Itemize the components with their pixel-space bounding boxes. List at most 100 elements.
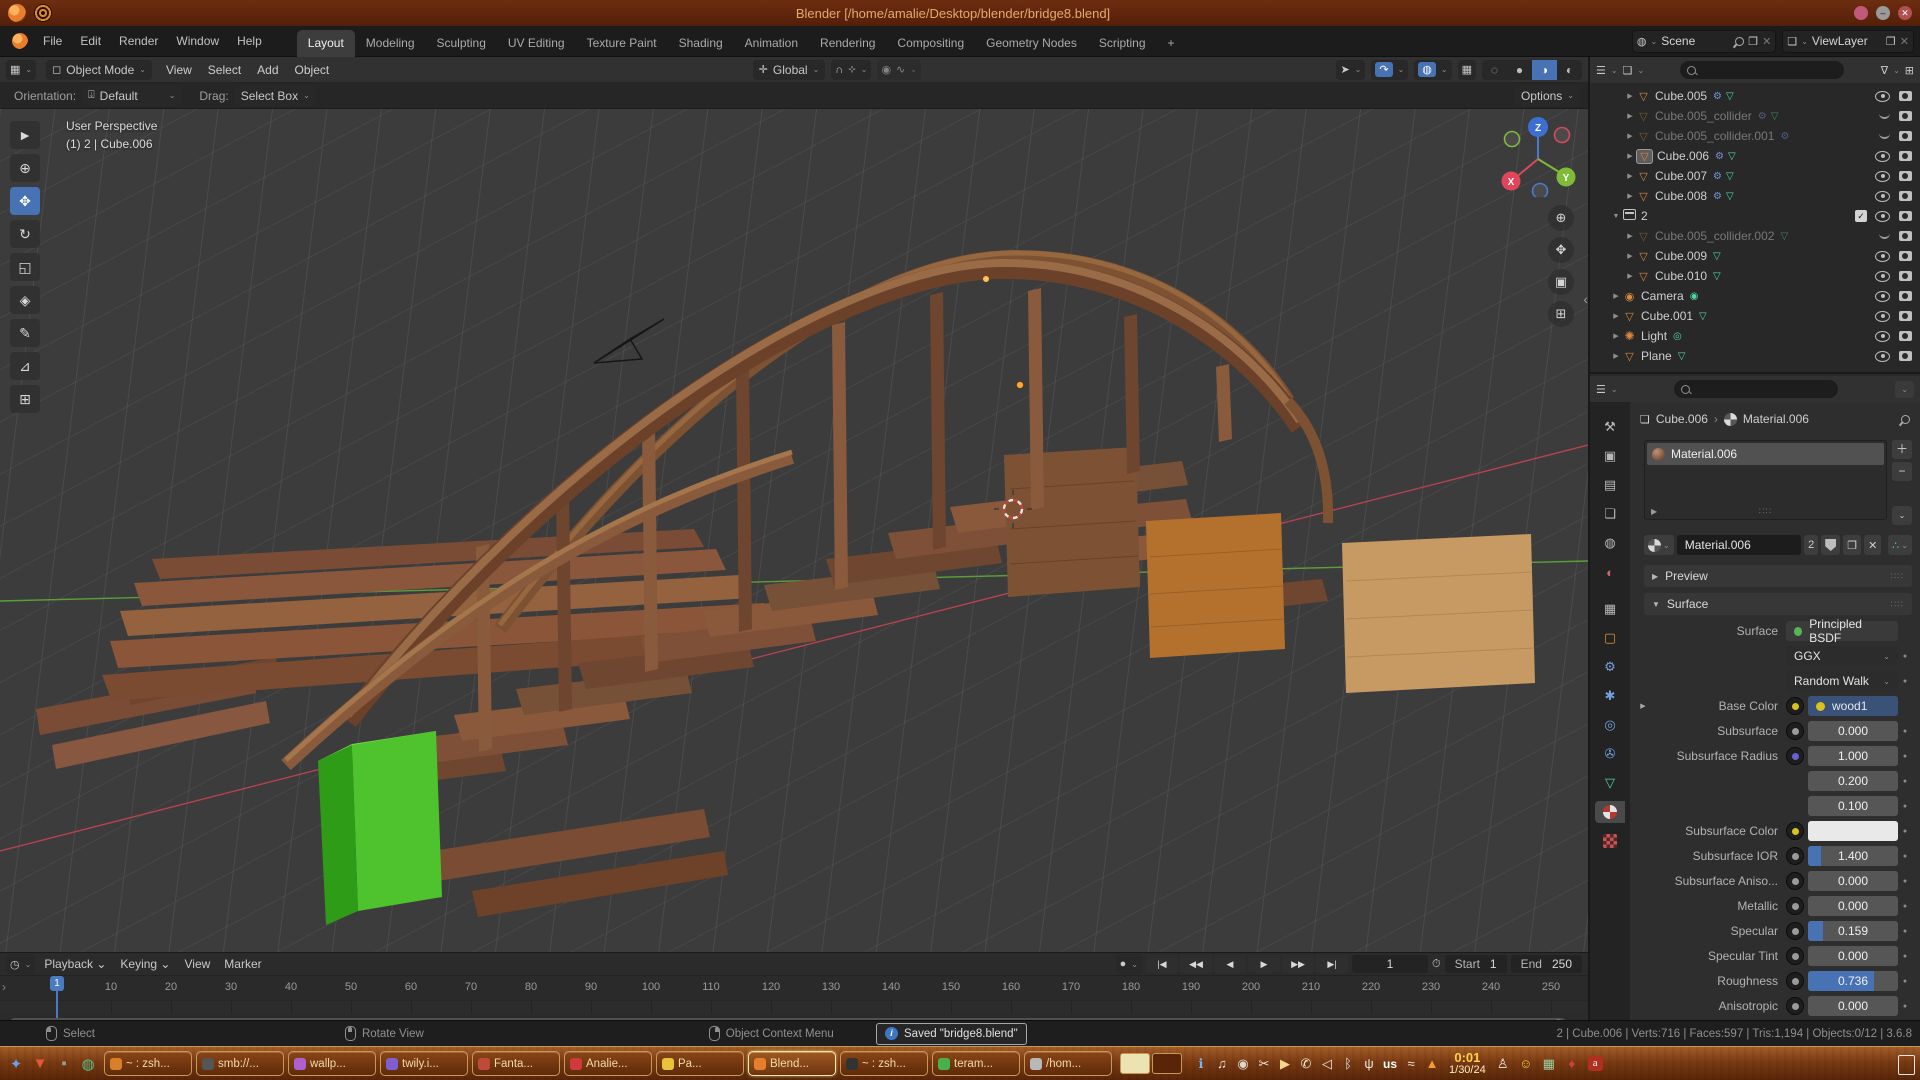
eye-closed-icon[interactable]	[1879, 111, 1890, 119]
snap-controls[interactable]: ∩⊹⌄	[831, 60, 871, 80]
node-socket-icon[interactable]	[1786, 747, 1804, 765]
play-reverse-button[interactable]: ◀	[1214, 955, 1246, 973]
camera-visibility-icon[interactable]	[1899, 231, 1912, 241]
slot-specials-dropdown[interactable]: ⌄	[1892, 506, 1912, 525]
animate-decorator-dot[interactable]: ●	[1898, 803, 1912, 810]
viewport-menu-select[interactable]: Select	[200, 60, 249, 80]
eye-icon[interactable]	[1875, 171, 1890, 182]
stopwatch-icon[interactable]: ⏱︎	[1432, 958, 1441, 971]
editor-type-dropdown[interactable]: ▦⌄	[6, 60, 36, 80]
list-resize-grip[interactable]: ∷∷	[1645, 506, 1886, 517]
texture-link-field[interactable]: wood1	[1808, 696, 1898, 716]
remove-slot-button[interactable]: −	[1892, 462, 1912, 481]
tray-keyboard-icon[interactable]: us	[1383, 1057, 1397, 1071]
prev-keyframe-button[interactable]: ◀◀	[1180, 955, 1212, 973]
outliner-row-cube-005-collider-001[interactable]: ▶▽Cube.005_collider.001⚙	[1590, 126, 1920, 146]
eye-icon[interactable]	[1875, 351, 1890, 362]
new-material-button[interactable]: ❐	[1843, 535, 1861, 555]
taskbar-window-blend[interactable]: Blend...	[748, 1051, 836, 1076]
expand-toggle[interactable]: ▶	[1610, 292, 1622, 300]
viewlayer-selector[interactable]: ❏⌄ ViewLayer ❐ ✕	[1782, 30, 1914, 53]
animate-decorator-dot[interactable]: ●	[1898, 778, 1912, 785]
prop-widget[interactable]: Random Walk⌄	[1786, 671, 1898, 691]
shading-rendered-button[interactable]: ◐	[1557, 60, 1582, 80]
animate-decorator-dot[interactable]: ●	[1898, 828, 1912, 835]
object-name[interactable]: Plane	[1641, 349, 1672, 363]
fake-user-button[interactable]	[1821, 535, 1840, 555]
object-name[interactable]: Cube.009	[1655, 249, 1707, 263]
nav-pan-button[interactable]: ✥	[1548, 237, 1574, 263]
navigation-gizmo[interactable]: Z X Y	[1496, 113, 1580, 197]
tray-music-icon[interactable]: ♫	[1215, 1056, 1229, 1071]
preview-panel-header[interactable]: ▶Preview∷∷	[1644, 565, 1912, 587]
nodetree-dropdown[interactable]: ∴⌄	[1888, 535, 1912, 555]
next-keyframe-button[interactable]: ▶▶	[1282, 955, 1314, 973]
prop-widget[interactable]: 0.736	[1808, 971, 1898, 991]
proportional-edit-controls[interactable]: ◉∿⌄	[877, 60, 921, 80]
object-name[interactable]: Cube.006	[1657, 149, 1709, 163]
properties-tab-modifiers[interactable]: ⚙	[1595, 656, 1625, 678]
node-socket-icon[interactable]	[1786, 872, 1804, 890]
tray-bell-icon[interactable]: ♙	[1496, 1056, 1510, 1072]
workspace-tab-compositing[interactable]: Compositing	[886, 30, 975, 57]
value-slider[interactable]: 0.000	[1808, 996, 1898, 1016]
outliner-row-cube-005-collider-002[interactable]: ▶▽Cube.005_collider.002▽	[1590, 226, 1920, 246]
tool-add-cube[interactable]: ⊞	[10, 385, 40, 413]
window-menu-button[interactable]	[1854, 6, 1868, 20]
expand-toggle[interactable]: ▶	[1624, 132, 1636, 140]
prop-widget[interactable]	[1808, 821, 1898, 841]
taskbar-window-fanta[interactable]: Fanta...	[472, 1051, 560, 1076]
animate-decorator-dot[interactable]: ●	[1898, 1003, 1912, 1010]
camera-visibility-icon[interactable]	[1899, 351, 1912, 361]
auto-keying-button[interactable]: ●⌄	[1116, 954, 1142, 974]
launcher-kde[interactable]: ✦	[4, 1052, 28, 1076]
eye-closed-icon[interactable]	[1879, 131, 1890, 139]
launcher-media[interactable]: ▼	[28, 1052, 52, 1076]
tray-player-icon[interactable]: ◉	[1236, 1056, 1250, 1072]
prop-widget[interactable]: 0.000	[1808, 871, 1898, 891]
playhead[interactable]: 1	[50, 976, 64, 991]
prop-widget[interactable]: 0.100	[1808, 796, 1898, 816]
close-button[interactable]: ✕	[1898, 6, 1912, 20]
expand-toggle[interactable]: ▼	[1610, 213, 1622, 220]
expand-toggle[interactable]: ▶	[1624, 112, 1636, 120]
menu-help[interactable]: Help	[228, 31, 271, 51]
camera-visibility-icon[interactable]	[1899, 271, 1912, 281]
taskbar-window-zsh[interactable]: ~ : zsh...	[104, 1051, 192, 1076]
jump-start-button[interactable]: |◀	[1146, 955, 1178, 973]
gizmo-toggle[interactable]: ↷⌄	[1371, 60, 1408, 80]
breadcrumb-object[interactable]: Cube.006	[1656, 412, 1708, 426]
frame-end-field[interactable]: End250	[1511, 955, 1582, 973]
jump-end-button[interactable]: ▶|	[1316, 955, 1348, 973]
timeline-menu-keying[interactable]: Keying ⌄	[113, 955, 177, 973]
menu-edit[interactable]: Edit	[71, 31, 110, 51]
animate-decorator-dot[interactable]: ●	[1898, 853, 1912, 860]
animate-decorator-dot[interactable]: ●	[1898, 928, 1912, 935]
taskbar-window-hom[interactable]: /hom...	[1024, 1051, 1112, 1076]
eye-icon[interactable]	[1875, 91, 1890, 102]
tray-calculator-icon[interactable]: ▦	[1542, 1056, 1556, 1072]
value-slider[interactable]: 1.000	[1808, 746, 1898, 766]
taskbar-window-twilyi[interactable]: twily.i...	[380, 1051, 468, 1076]
eye-icon[interactable]	[1875, 291, 1890, 302]
color-swatch[interactable]	[1808, 821, 1898, 841]
menu-window[interactable]: Window	[167, 31, 228, 51]
drag-dropdown[interactable]: Select Box⌄	[235, 86, 316, 106]
eye-closed-icon[interactable]	[1879, 231, 1890, 239]
expand-toggle[interactable]: ▶	[1610, 312, 1622, 320]
animate-decorator-dot[interactable]: ●	[1898, 653, 1912, 660]
outliner-row-light[interactable]: ▶✺Light◎	[1590, 326, 1920, 346]
object-name[interactable]: Cube.008	[1655, 189, 1707, 203]
menu-file[interactable]: File	[34, 31, 71, 51]
eye-icon[interactable]	[1875, 311, 1890, 322]
properties-tab-material[interactable]	[1595, 801, 1625, 823]
value-slider[interactable]: 0.200	[1808, 771, 1898, 791]
object-name[interactable]: Light	[1641, 329, 1667, 343]
pin-icon[interactable]	[1899, 413, 1912, 426]
tray-scissors-icon[interactable]: ✂	[1257, 1056, 1271, 1072]
object-name[interactable]: Camera	[1641, 289, 1684, 303]
tool-annotate[interactable]: ✎	[10, 319, 40, 347]
timeline-editor-type-dropdown[interactable]: ◷⌄	[6, 954, 35, 974]
surface-panel-header[interactable]: ▼Surface∷∷	[1644, 593, 1912, 615]
workspace-tab-shading[interactable]: Shading	[668, 30, 734, 57]
